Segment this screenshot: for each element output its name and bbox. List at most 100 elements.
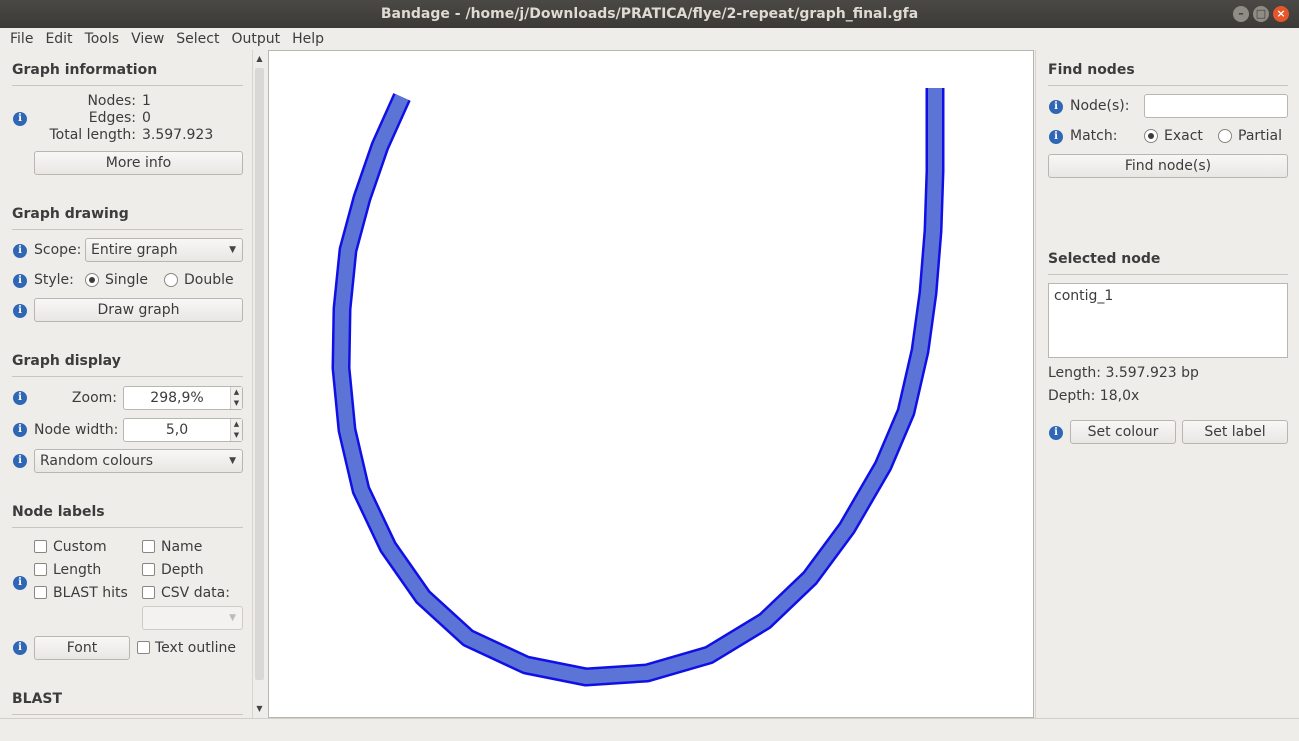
info-icon[interactable]: i [13, 576, 27, 590]
match-label: Match: [1070, 128, 1118, 144]
chevron-down-icon: ▼ [229, 613, 236, 623]
graph-canvas[interactable] [268, 50, 1034, 718]
draw-graph-button[interactable]: Draw graph [34, 298, 243, 322]
scrollbar-thumb[interactable] [255, 68, 264, 680]
nodes-value: 1 [142, 93, 151, 109]
total-length-label: Total length: [49, 127, 137, 143]
node-labels-title: Node labels [12, 504, 105, 520]
divider [1048, 274, 1288, 275]
set-colour-button[interactable]: Set colour [1070, 420, 1176, 444]
menu-help[interactable]: Help [286, 28, 330, 50]
set-label-button[interactable]: Set label [1182, 420, 1288, 444]
edges-label: Edges: [88, 110, 136, 126]
right-control-panel: Find nodes i Node(s): i Match: Exact Par… [1035, 50, 1299, 718]
window-title-bar: Bandage - /home/j/Downloads/PRATICA/flye… [0, 0, 1299, 28]
selected-node-title: Selected node [1048, 251, 1161, 267]
blast-title: BLAST [12, 691, 63, 707]
menu-edit[interactable]: Edit [39, 28, 78, 50]
menu-tools[interactable]: Tools [79, 28, 126, 50]
depth-label[interactable]: Depth [161, 562, 204, 578]
scroll-down-icon[interactable]: ▼ [253, 702, 266, 716]
info-icon[interactable]: i [13, 112, 27, 126]
style-double-radio[interactable] [164, 273, 178, 287]
info-icon[interactable]: i [1049, 426, 1063, 440]
depth-checkbox[interactable] [142, 563, 155, 576]
menu-select[interactable]: Select [170, 28, 225, 50]
blast-hits-checkbox[interactable] [34, 586, 47, 599]
node-width-spinbox[interactable]: 5,0 ▲ ▼ [123, 418, 243, 442]
more-info-button[interactable]: More info [34, 151, 243, 175]
left-control-panel: Graph information i Nodes: 1 Edges: 0 To… [0, 50, 252, 718]
left-panel-scrollbar[interactable]: ▲ ▼ [252, 50, 266, 718]
graph-node-outline [331, 88, 945, 687]
colour-scheme-select[interactable]: Random colours ▼ [34, 449, 243, 473]
info-icon[interactable]: i [1049, 100, 1063, 114]
style-single-radio[interactable] [85, 273, 99, 287]
close-icon[interactable]: × [1273, 6, 1289, 22]
node-width-value: 5,0 [165, 422, 189, 438]
divider [12, 714, 243, 715]
graph-view [331, 88, 945, 687]
length-checkbox[interactable] [34, 563, 47, 576]
graph-information-title: Graph information [12, 62, 158, 78]
info-icon[interactable]: i [13, 423, 27, 437]
style-double-label[interactable]: Double [184, 272, 234, 288]
divider [12, 85, 243, 86]
minimize-icon[interactable]: – [1233, 6, 1249, 22]
selected-node-names[interactable]: contig_1 [1048, 283, 1288, 358]
menu-output[interactable]: Output [226, 28, 287, 50]
info-icon[interactable]: i [13, 274, 27, 288]
find-nodes-button[interactable]: Find node(s) [1048, 154, 1288, 178]
info-icon[interactable]: i [1049, 130, 1063, 144]
scope-label: Scope: [34, 242, 82, 258]
info-icon[interactable]: i [13, 641, 27, 655]
selected-node-depth: Depth: 18,0x [1048, 388, 1140, 404]
graph-node-contig-1[interactable] [334, 88, 942, 684]
length-label[interactable]: Length [53, 562, 101, 578]
match-exact-label[interactable]: Exact [1164, 128, 1203, 144]
text-outline-checkbox[interactable] [137, 641, 150, 654]
window-title: Bandage - /home/j/Downloads/PRATICA/flye… [380, 6, 919, 22]
info-icon[interactable]: i [13, 391, 27, 405]
style-single-label[interactable]: Single [105, 272, 148, 288]
find-nodes-input[interactable] [1144, 94, 1288, 118]
font-button[interactable]: Font [34, 636, 130, 660]
divider [12, 229, 243, 230]
match-exact-radio[interactable] [1144, 129, 1158, 143]
divider [1048, 85, 1288, 86]
csv-data-select[interactable]: ▼ [142, 606, 243, 630]
selected-node-name: contig_1 [1054, 288, 1114, 304]
info-icon[interactable]: i [13, 304, 27, 318]
scroll-up-icon[interactable]: ▲ [253, 52, 266, 66]
match-partial-label[interactable]: Partial [1238, 128, 1282, 144]
zoom-label: Zoom: [71, 390, 117, 406]
status-bar [0, 718, 1299, 741]
custom-checkbox[interactable] [34, 540, 47, 553]
maximize-icon[interactable]: □ [1253, 6, 1269, 22]
menu-view[interactable]: View [125, 28, 170, 50]
info-icon[interactable]: i [13, 244, 27, 258]
selected-node-length: Length: 3.597.923 bp [1048, 365, 1199, 381]
scope-select[interactable]: Entire graph ▼ [85, 238, 243, 262]
menu-file[interactable]: File [4, 28, 39, 50]
zoom-spinbox[interactable]: 298,9% ▲ ▼ [123, 386, 243, 410]
spin-arrows-icon[interactable]: ▲ ▼ [230, 419, 242, 441]
spin-arrows-icon[interactable]: ▲ ▼ [230, 387, 242, 409]
name-checkbox[interactable] [142, 540, 155, 553]
info-icon[interactable]: i [13, 454, 27, 468]
custom-label[interactable]: Custom [53, 539, 107, 555]
node-width-label: Node width: [34, 422, 119, 438]
find-nodes-title: Find nodes [1048, 62, 1135, 78]
edges-value: 0 [142, 110, 151, 126]
text-outline-label[interactable]: Text outline [155, 640, 236, 656]
blast-hits-label[interactable]: BLAST hits [53, 585, 128, 601]
csv-data-checkbox[interactable] [142, 586, 155, 599]
graph-drawing-title: Graph drawing [12, 206, 129, 222]
total-length-value: 3.597.923 [142, 127, 214, 143]
csv-data-label[interactable]: CSV data: [161, 585, 230, 601]
match-partial-radio[interactable] [1218, 129, 1232, 143]
name-label[interactable]: Name [161, 539, 202, 555]
divider [12, 527, 243, 528]
graph-display-title: Graph display [12, 353, 121, 369]
zoom-value: 298,9% [150, 390, 204, 406]
